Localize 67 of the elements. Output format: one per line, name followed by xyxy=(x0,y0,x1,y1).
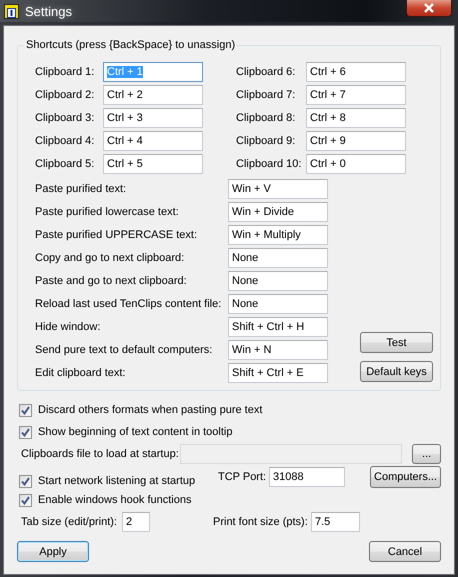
input-field[interactable]: Ctrl + 8 xyxy=(306,108,406,128)
field-label: Hide window: xyxy=(35,321,102,333)
field-label: Edit clipboard text: xyxy=(35,367,126,379)
field-label: Reload last used TenClips content file: xyxy=(35,298,222,310)
input-field[interactable]: Ctrl + 2 xyxy=(103,85,203,105)
field-label: Paste purified text: xyxy=(35,183,128,195)
input-field[interactable]: Shift + Ctrl + H xyxy=(228,317,328,337)
field-label: Clipboard 3: xyxy=(35,112,96,124)
check-icon xyxy=(20,426,31,438)
field-label: Clipboards file to load at startup: xyxy=(21,448,180,460)
input-field[interactable]: Win + V xyxy=(228,179,328,199)
field-label: Clipboard 10: xyxy=(236,158,302,170)
input-field[interactable]: Ctrl + 7 xyxy=(306,85,406,105)
button[interactable]: Default keys xyxy=(360,361,433,382)
checkbox-label[interactable]: Discard others formats when pasting pure text xyxy=(38,404,262,416)
field-label: Clipboard 4: xyxy=(35,135,96,147)
app-icon xyxy=(4,4,19,18)
button[interactable]: Computers... xyxy=(370,466,441,488)
input-field[interactable]: Ctrl + 3 xyxy=(103,108,203,128)
field-label: Paste and go to next clipboard: xyxy=(35,275,188,287)
field-label: Paste purified lowercase text: xyxy=(35,206,180,218)
checkbox-label[interactable]: Enable windows hook functions xyxy=(38,494,192,506)
field-label: Clipboard 2: xyxy=(35,89,96,101)
window-title: Settings xyxy=(25,4,72,18)
button[interactable]: Test xyxy=(360,332,433,353)
input-field[interactable]: Win + Multiply xyxy=(228,225,328,245)
input-field[interactable]: Ctrl + 4 xyxy=(103,131,203,151)
input-field[interactable]: 31088 xyxy=(269,467,345,487)
input-field[interactable]: None xyxy=(228,248,328,268)
field-label: Tab size (edit/print): xyxy=(21,516,118,528)
checkbox[interactable] xyxy=(19,494,32,506)
close-icon xyxy=(424,3,434,13)
checkbox[interactable] xyxy=(19,426,32,438)
input-field[interactable]: Win + N xyxy=(228,340,328,360)
input-field[interactable]: 7.5 xyxy=(311,512,360,532)
checkbox-label[interactable]: Show beginning of text content in tooltip xyxy=(38,426,232,438)
group-title: Shortcuts (press {BackSpace} to unassign) xyxy=(24,37,238,53)
field-label: Copy and go to next clipboard: xyxy=(35,252,186,264)
field-label: Clipboard 7: xyxy=(236,89,296,101)
input-field[interactable]: Ctrl + 0 xyxy=(306,154,406,174)
check-icon xyxy=(20,404,31,416)
input-field[interactable]: Win + Divide xyxy=(228,202,328,222)
field-label: Clipboard 5: xyxy=(35,158,96,170)
input-field[interactable]: Ctrl + 6 xyxy=(306,62,406,82)
close-button[interactable] xyxy=(406,0,452,17)
input-field[interactable]: 2 xyxy=(122,512,150,532)
field-label: Print font size (pts): xyxy=(213,516,309,528)
input-field[interactable]: Shift + Ctrl + E xyxy=(228,363,328,383)
input-field[interactable]: Ctrl + 9 xyxy=(306,131,406,151)
field-label: TCP Port: xyxy=(218,471,268,483)
checkbox[interactable] xyxy=(19,474,32,488)
check-icon xyxy=(20,494,31,506)
input-field[interactable]: None xyxy=(228,271,328,291)
apply-button[interactable]: Apply xyxy=(17,541,89,562)
cancel-button[interactable]: Cancel xyxy=(369,541,441,562)
field-label: Clipboard 9: xyxy=(236,135,296,147)
field-label: Send pure text to default computers: xyxy=(35,344,214,356)
field-label: Clipboard 6: xyxy=(236,66,296,78)
checkbox[interactable] xyxy=(19,404,32,416)
field-label: Clipboard 1: xyxy=(35,66,96,78)
input-field[interactable]: None xyxy=(228,294,328,314)
input-field[interactable]: Ctrl + 5 xyxy=(103,154,203,174)
field-label: Paste purified UPPERCASE text: xyxy=(35,229,198,241)
check-icon xyxy=(20,476,31,486)
field-label: Clipboard 8: xyxy=(236,112,296,124)
browse-button[interactable]: ... xyxy=(412,444,441,464)
checkbox-label[interactable]: Start network listening at startup xyxy=(38,475,196,487)
